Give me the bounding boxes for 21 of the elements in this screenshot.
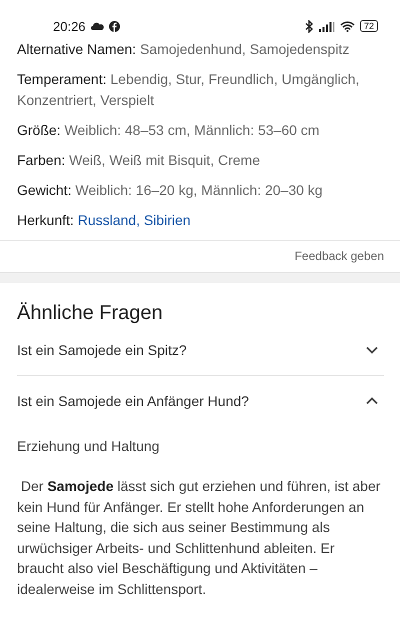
cloud-icon: [90, 22, 104, 30]
status-time: 20:26: [53, 18, 86, 34]
signal-icon: [318, 20, 335, 32]
answer-paragraph: Der Samojede lässt sich gut erziehen und führen, ist aber kein Hund für Anfänger. Er stellt hohe Anforderungen an seine Haltung, die sich aus seiner Bestimmung als urwüchsiger Arbeits- und Schlittenhund ableiten. Er braucht also viel Beschäftigung und Aktivitäten – idealerweise im Schlittensport.: [17, 477, 381, 599]
fact-line: Gewicht: Weiblich: 16–20 kg, Männlich: 20–30 kg: [17, 181, 324, 200]
chevron-icon: [366, 346, 378, 354]
bluetooth-icon: [304, 20, 314, 32]
answer-heading: Erziehung und Haltung: [17, 437, 160, 456]
question-row[interactable]: Ist ein Samojede ein Anfänger Hund?: [17, 376, 384, 426]
wifi-icon: [340, 20, 355, 32]
feedback-link[interactable]: Feedback geben: [294, 249, 384, 263]
fact-line: Alternative Namen: Samojedenhund, Samojedenspitz: [17, 40, 350, 59]
facebook-icon: [108, 20, 120, 32]
fact-line: Farben: Weiß, Weiß mit Bisquit, Creme: [17, 151, 261, 170]
battery-icon: 72: [360, 20, 378, 32]
fact-line: Größe: Weiblich: 48–53 cm, Männlich: 53–60 cm: [17, 121, 320, 140]
fact-line: Herkunft: Russland, Sibirien: [17, 211, 192, 230]
section-title: Ähnliche Fragen: [17, 301, 164, 325]
fact-line: Temperament: Lebendig, Stur, Freundlich, Umgänglich, Konzentriert, Verspielt: [17, 70, 360, 110]
question-row[interactable]: Ist ein Samojede ein Spitz?: [17, 325, 384, 375]
chevron-icon: [366, 397, 378, 405]
